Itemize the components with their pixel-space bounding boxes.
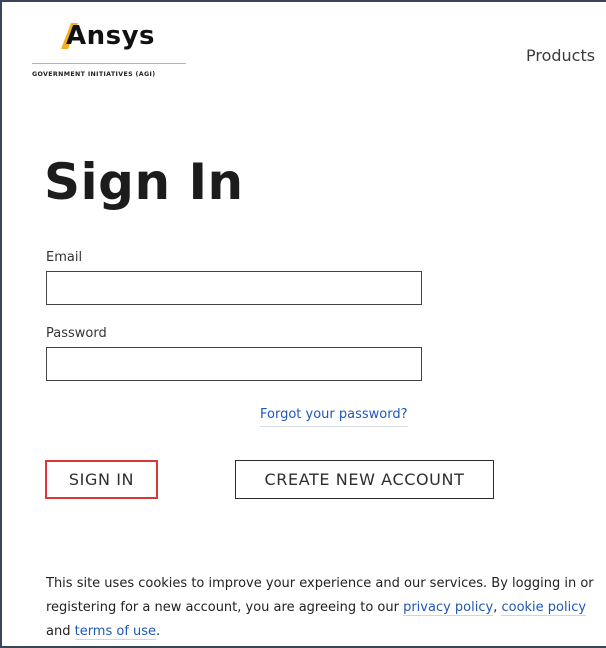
- logo-divider: [32, 63, 186, 64]
- cookie-notice-end: .: [156, 624, 161, 639]
- create-account-button[interactable]: CREATE NEW ACCOUNT: [235, 460, 494, 499]
- nav-products-link[interactable]: Products: [526, 46, 595, 65]
- logo-subtitle: GOVERNMENT INITIATIVES (AGI): [32, 71, 156, 78]
- ansys-logo[interactable]: Ansys GOVERNMENT INITIATIVES (AGI): [8, 20, 198, 82]
- logo-wordmark: Ansys: [66, 21, 156, 51]
- cookie-notice: This site uses cookies to improve your e…: [46, 572, 606, 644]
- privacy-policy-link[interactable]: privacy policy: [403, 600, 494, 616]
- page-frame: Ansys GOVERNMENT INITIATIVES (AGI) Produ…: [0, 0, 606, 648]
- email-label: Email: [46, 250, 83, 265]
- terms-of-use-link[interactable]: terms of use: [74, 624, 157, 640]
- cookie-policy-link[interactable]: cookie policy: [501, 600, 587, 616]
- email-field[interactable]: [46, 271, 422, 305]
- password-label: Password: [46, 326, 107, 341]
- password-field[interactable]: [46, 347, 422, 381]
- forgot-password-link[interactable]: Forgot your password?: [260, 407, 408, 427]
- sign-in-button[interactable]: SIGN IN: [45, 460, 158, 499]
- page-title: Sign In: [44, 153, 244, 211]
- cookie-notice-and: and: [46, 624, 75, 639]
